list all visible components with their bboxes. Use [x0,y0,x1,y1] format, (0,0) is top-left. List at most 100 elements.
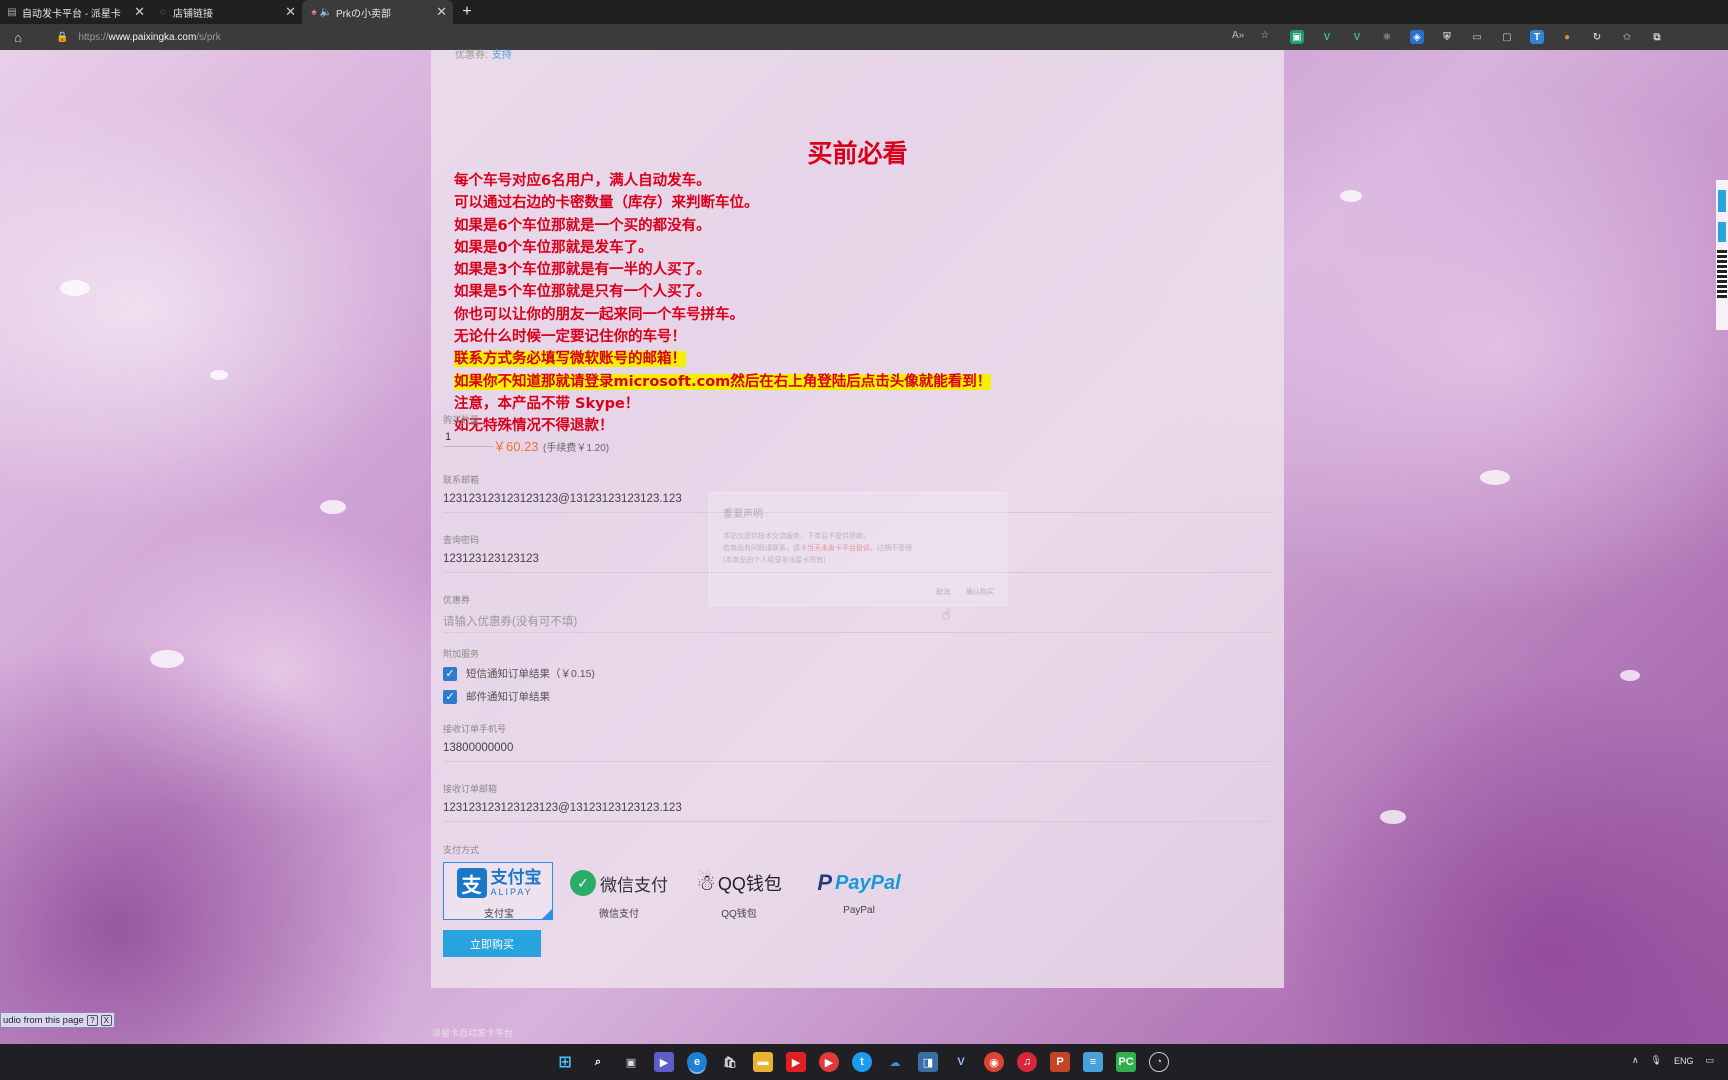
store-icon[interactable]: 🛍 [720,1052,740,1072]
tab-title: 自动发卡平台 - 派星卡 [22,8,121,20]
notice-line: 无论什么时候一定要记住你的车号！ [454,329,686,346]
payment-wechat[interactable]: ✓ 微信支付 微信支付 [563,862,673,920]
close-icon[interactable]: X [100,1014,112,1026]
contact-email-input[interactable]: 123123123123123123@13123123123123.123 [443,493,682,505]
payment-alipay[interactable]: 支 支付宝 ALIPAY 支付宝 [443,862,553,920]
close-icon[interactable]: ✕ [134,4,145,20]
payment-paypal[interactable]: P PayPal PayPal [803,862,913,920]
receive-phone-input[interactable]: 13800000000 [443,742,513,754]
receive-email-input[interactable]: 123123123123123123@13123123123123.123 [443,802,682,814]
query-password-input[interactable]: 123123123123123 [443,553,539,565]
divider [443,761,1273,762]
payment-label: 支付方式 [443,845,480,855]
network-icon[interactable]: ▭ [1705,1055,1714,1066]
qq-penguin-icon: ☃ [696,870,716,895]
vue-icon[interactable]: V [1320,30,1334,44]
coupon-label: 优惠券 [443,595,471,605]
petal-decoration [320,500,346,514]
buy-now-button[interactable]: 立即购买 [443,930,541,957]
coupon-input[interactable]: 请输入优惠券(没有可不填) [443,613,577,629]
powerpoint-icon[interactable]: P [1050,1052,1070,1072]
side-qr-widget[interactable] [1716,180,1728,330]
refresh-icon[interactable]: ↻ [1590,30,1604,44]
sms-notify-option[interactable]: ✓ 短信通知订单结果（￥0.15) [443,666,595,681]
onedrive-icon[interactable]: ☁ [885,1052,905,1072]
language-indicator[interactable]: ENG [1674,1056,1694,1066]
new-tab-button[interactable]: + [453,0,481,24]
alipay-logo-sub: ALIPAY [490,887,533,897]
cookie-icon[interactable]: ● [1560,30,1574,44]
file-explorer-icon[interactable]: ▬ [753,1052,773,1072]
help-icon[interactable]: ? [86,1014,98,1026]
windows-start-icon[interactable]: ⊞ [555,1052,575,1072]
search-icon[interactable]: ⌕ [588,1052,608,1072]
chrome-icon[interactable]: ◉ [984,1052,1004,1072]
query-password-label: 查询密码 [443,535,480,545]
favorites-icon[interactable]: ✩ [1620,30,1634,44]
chevron-up-icon[interactable]: ∧ [1632,1055,1639,1066]
email-notify-option[interactable]: ✓ 邮件通知订单结果 [443,689,550,704]
edge-browser-icon[interactable]: e [687,1052,707,1072]
music-icon[interactable]: ♫ [1017,1052,1037,1072]
vue-icon[interactable]: V [1350,30,1364,44]
wechat-logo: ✓ 微信支付 [564,867,674,899]
modal-buttons: 取消 确认购买 [936,587,994,597]
translate-icon[interactable]: T [1530,30,1544,44]
side-tab-icon[interactable] [1718,190,1726,212]
tab-prk-store[interactable]: ♠ 🔈 Prkの小卖部 ✕ [302,0,453,24]
coupon-top-link[interactable]: 支持 [492,50,512,61]
coupon-top-label: 优惠券: [455,50,488,61]
store-icon: ♠ [311,6,317,18]
close-icon[interactable]: ✕ [436,4,447,20]
youtube-icon[interactable]: ▶ [786,1052,806,1072]
video-call-icon[interactable]: ▶ [654,1052,674,1072]
microphone-icon[interactable]: 🎙 [1651,1055,1662,1066]
quantity-input[interactable]: 1 [443,427,493,447]
vuetify-icon[interactable]: V [951,1052,971,1072]
paypal-logo-text: PayPal [835,871,901,894]
task-view-icon[interactable]: ▣ [621,1052,641,1072]
app-icon[interactable]: ◨ [918,1052,938,1072]
selected-corner-icon [542,909,552,919]
tab-store-link[interactable]: ◌ 店铺链接 ✕ [151,0,302,24]
checkbox-checked-icon[interactable]: ✓ [443,666,457,681]
taskbar-apps: ⊞ ⌕ ▣ ▶ e 🛍 ▬ ▶ ▶ t ☁ ◨ V ◉ ♫ P ≡ PC ◔ [555,1052,1169,1072]
receive-email-label: 接收订单邮箱 [443,784,498,794]
read-aloud-icon[interactable]: A» [1232,30,1244,41]
shield-icon[interactable]: ⛨ [1440,30,1454,44]
side-tab-icon[interactable] [1718,222,1726,242]
home-icon[interactable]: ⌂ [0,30,36,45]
qr-code-icon [1717,250,1727,298]
payment-name: PayPal [843,905,875,916]
chat-icon[interactable]: ▭ [1470,30,1484,44]
twitter-icon[interactable]: t [852,1052,872,1072]
alipay-logo-text: 支付宝 [490,868,542,887]
petal-decoration [60,280,90,296]
media-player-icon[interactable]: ▶ [819,1052,839,1072]
url-field[interactable]: 🔒 https://www.paixingka.com/s/prk [48,27,1248,47]
close-icon[interactable]: ✕ [285,4,296,20]
clock-icon[interactable]: ◔ [1149,1052,1169,1072]
qqwallet-logo: ☃ QQ钱包 [684,867,794,899]
notepad-icon[interactable]: ≡ [1083,1052,1103,1072]
pycharm-icon[interactable]: PC [1116,1052,1136,1072]
modal-confirm-button[interactable]: 确认购买 [966,587,994,597]
checkbox-checked-icon[interactable]: ✓ [443,689,457,704]
modal-line: 若商品有问题请联系，请卡当天未发卡平台投诉，过期不受理 [723,545,912,552]
screenshot-icon[interactable]: ▢ [1500,30,1514,44]
react-icon[interactable]: ⚛ [1380,30,1394,44]
favorite-add-icon[interactable]: ☆ [1260,30,1269,41]
tab-paixingka[interactable]: ▤ 自动发卡平台 - 派星卡 ✕ [0,0,151,24]
quantity-label: 购买数量 [443,415,480,425]
sms-notify-label: 短信通知订单结果（￥0.15) [466,668,595,680]
audio-toolbar[interactable]: udio from this page ? X [0,1012,115,1028]
speaker-icon[interactable]: 🔈 [320,6,332,18]
wechat-logo-text: 微信支付 [600,875,668,895]
extension-icon[interactable]: ◈ [1410,30,1424,44]
collections-icon[interactable]: ⧉ [1650,30,1664,44]
taskbar: ⊞ ⌕ ▣ ▶ e 🛍 ▬ ▶ ▶ t ☁ ◨ V ◉ ♫ P ≡ PC ◔ ∧… [0,1044,1728,1080]
wechat-icon: ✓ [570,870,596,896]
extension-icon[interactable]: ▣ [1290,30,1304,44]
payment-qqwallet[interactable]: ☃ QQ钱包 QQ钱包 [683,862,793,920]
modal-cancel-button[interactable]: 取消 [936,587,950,597]
